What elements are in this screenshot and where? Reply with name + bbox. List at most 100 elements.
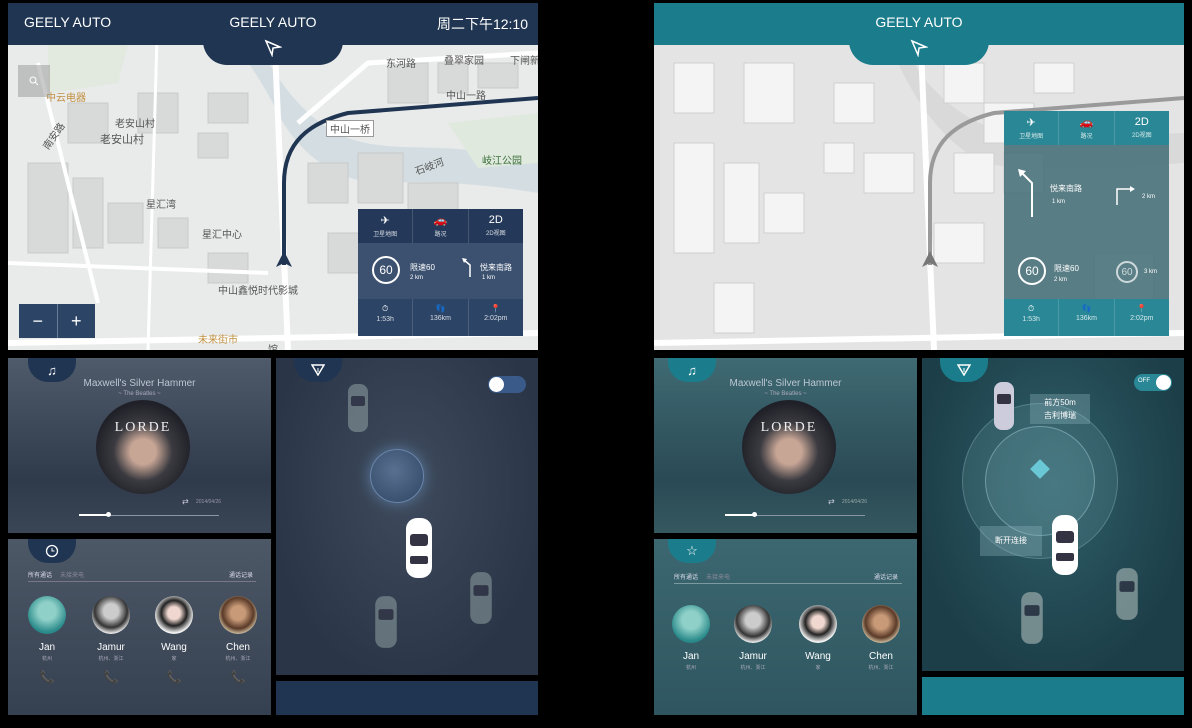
eta-stat: ⏱ 1:53h [1004,299,1060,336]
contact-location: 家 [815,665,821,671]
own-car-icon [406,518,432,578]
satellite-icon: ✈ [380,215,390,227]
road1-distance: 1 km [1052,199,1066,205]
speed2-distance: 3 km [1144,269,1158,275]
tab-all-calls[interactable]: 所有通话 [28,570,52,579]
contact-location: 杭州 [685,665,696,671]
distance-stat: 👣 136km [413,299,469,336]
tab-missed-calls[interactable]: 未接来电 [706,572,730,581]
call-icon[interactable]: 📞 [144,670,204,684]
left-calls-card: 所有通话 未接来电 通话记录 Jan 杭州 📞 Jamur 杭州、浙江 📞 Wa… [8,539,271,715]
right-radar-card: OFF 前方50m 吉利博瑞 断开连接 [922,358,1184,671]
front-car-tooltip: 前方50m 吉利博瑞 [1030,394,1090,424]
contact-item[interactable]: Jamur 杭州、浙江 [723,605,783,671]
satellite-mode-button[interactable]: ✈ 卫星地图 [358,209,414,243]
map-label: 东河路 [386,59,416,70]
own-car-icon [1052,515,1078,575]
avatar [862,605,900,643]
calls-tab[interactable] [28,539,76,563]
map-label: 中山一路 [446,91,486,102]
traffic-icon: 🚗 [1079,117,1094,129]
car-icon [375,596,397,648]
left-map-screen: 东河路 叠翠家园 下闸新 中云电器 中山一路 老安山村 老安山村 南安路 中山一… [8,3,538,350]
satellite-mode-button[interactable]: ✈ 卫星地图 [1004,111,1060,145]
right-music-card: ♫ Maxwell's Silver Hammer ~ The Beatles … [654,358,917,533]
map-label: 中山一桥 [326,120,374,137]
contact-item[interactable]: Chen 杭州、浙江 [851,605,911,671]
radar-tab[interactable] [940,358,988,382]
turn-distance: 1 km [482,275,496,281]
car-icon [1116,568,1138,620]
car-icon [1021,592,1043,644]
limit-distance: 2 km [1054,277,1068,283]
left-music-card: ♫ Maxwell's Silver Hammer ~ The Beatles … [8,358,271,533]
call-icon[interactable]: 📞 [17,670,77,684]
map-label: 馆 [268,341,278,350]
contact-item[interactable]: Chen 杭州、浙江 📞 [208,596,268,684]
radar-tab[interactable] [294,358,342,382]
2d-mode-button[interactable]: 2D 2D视图 [1115,111,1169,145]
front-distance: 前方50m [1044,398,1076,407]
location-pin-icon: 📍 [1136,304,1147,313]
navigation-arrow-icon[interactable] [264,39,282,57]
radar-toggle[interactable] [488,376,526,393]
search-button[interactable] [18,65,50,97]
call-icon[interactable]: 📞 [208,670,268,684]
map-label: 岐江公园 [482,156,522,167]
contact-name: Jamur [97,642,125,653]
call-log-link[interactable]: 通话记录 [874,572,898,581]
progress-knob[interactable] [106,512,111,517]
traffic-mode-button[interactable]: 🚗 路况 [413,209,469,243]
clock: 周二下午12:10 [436,16,528,32]
distance-stat: 👣 136km [1059,299,1115,336]
contact-item[interactable]: Jan 杭州 [661,605,721,671]
clock-icon: ⏱ [382,304,389,313]
turn-left-icon [1018,169,1033,217]
radar-toggle[interactable]: OFF [1134,374,1172,391]
clock-icon [45,544,59,558]
tab-missed-calls[interactable]: 未接来电 [60,570,84,579]
call-icon[interactable]: 📞 [81,670,141,684]
radar-sphere [370,449,424,503]
avatar [92,596,130,634]
2d-mode-button[interactable]: 2D 2D视图 [469,209,523,243]
music-note-icon: ♫ [687,362,697,378]
zoom-in-button[interactable]: + [58,304,96,338]
album-art[interactable]: LORDE [96,400,190,494]
eta-stat: ⏱ 1:53h [358,299,414,336]
repeat-icon[interactable]: ⇄ [828,497,835,506]
limit-distance: 2 km [410,275,424,281]
song-artist: ~ The Beatles ~ [118,391,161,397]
disconnect-button[interactable]: 断开连接 [980,526,1042,556]
contact-name: Chen [869,651,893,662]
map-label: 叠翠家园 [444,56,484,67]
traffic-mode-button[interactable]: 🚗 路况 [1059,111,1115,145]
speed-limit-sign: 60 [372,256,400,284]
navigation-arrow-icon[interactable] [910,39,928,57]
progress-fill [725,514,753,516]
song-title: Maxwell's Silver Hammer [83,378,196,389]
tab-all-calls[interactable]: 所有通话 [674,572,698,581]
repeat-icon[interactable]: ⇄ [182,497,189,506]
progress-knob[interactable] [752,512,757,517]
zoom-out-button[interactable]: − [19,304,58,338]
album-art[interactable]: LORDE [742,400,836,494]
left-bottom-bar [276,681,538,715]
map-label: 下闸新 [510,56,538,67]
car-icon [470,572,492,624]
track-date: 2014/04/26 [842,499,868,505]
contact-item[interactable]: Jamur 杭州、浙江 📞 [81,596,141,684]
contact-item[interactable]: Wang 家 📞 [144,596,204,684]
map-label: 老安山村 [115,119,155,130]
favorites-tab[interactable]: ☆ [668,539,716,563]
contact-name: Jan [38,642,56,653]
map-label: 老安山村 [100,134,144,146]
contact-location: 杭州、浙江 [98,656,124,662]
contact-item[interactable]: Jan 杭州 📞 [17,596,77,684]
contact-item[interactable]: Wang 家 [788,605,848,671]
contact-name: Wang [161,642,187,653]
zoom-controls: − + [19,304,95,338]
mode-label: 卫星地图 [373,232,398,238]
contact-name: Chen [226,642,250,653]
call-log-link[interactable]: 通话记录 [229,570,253,579]
